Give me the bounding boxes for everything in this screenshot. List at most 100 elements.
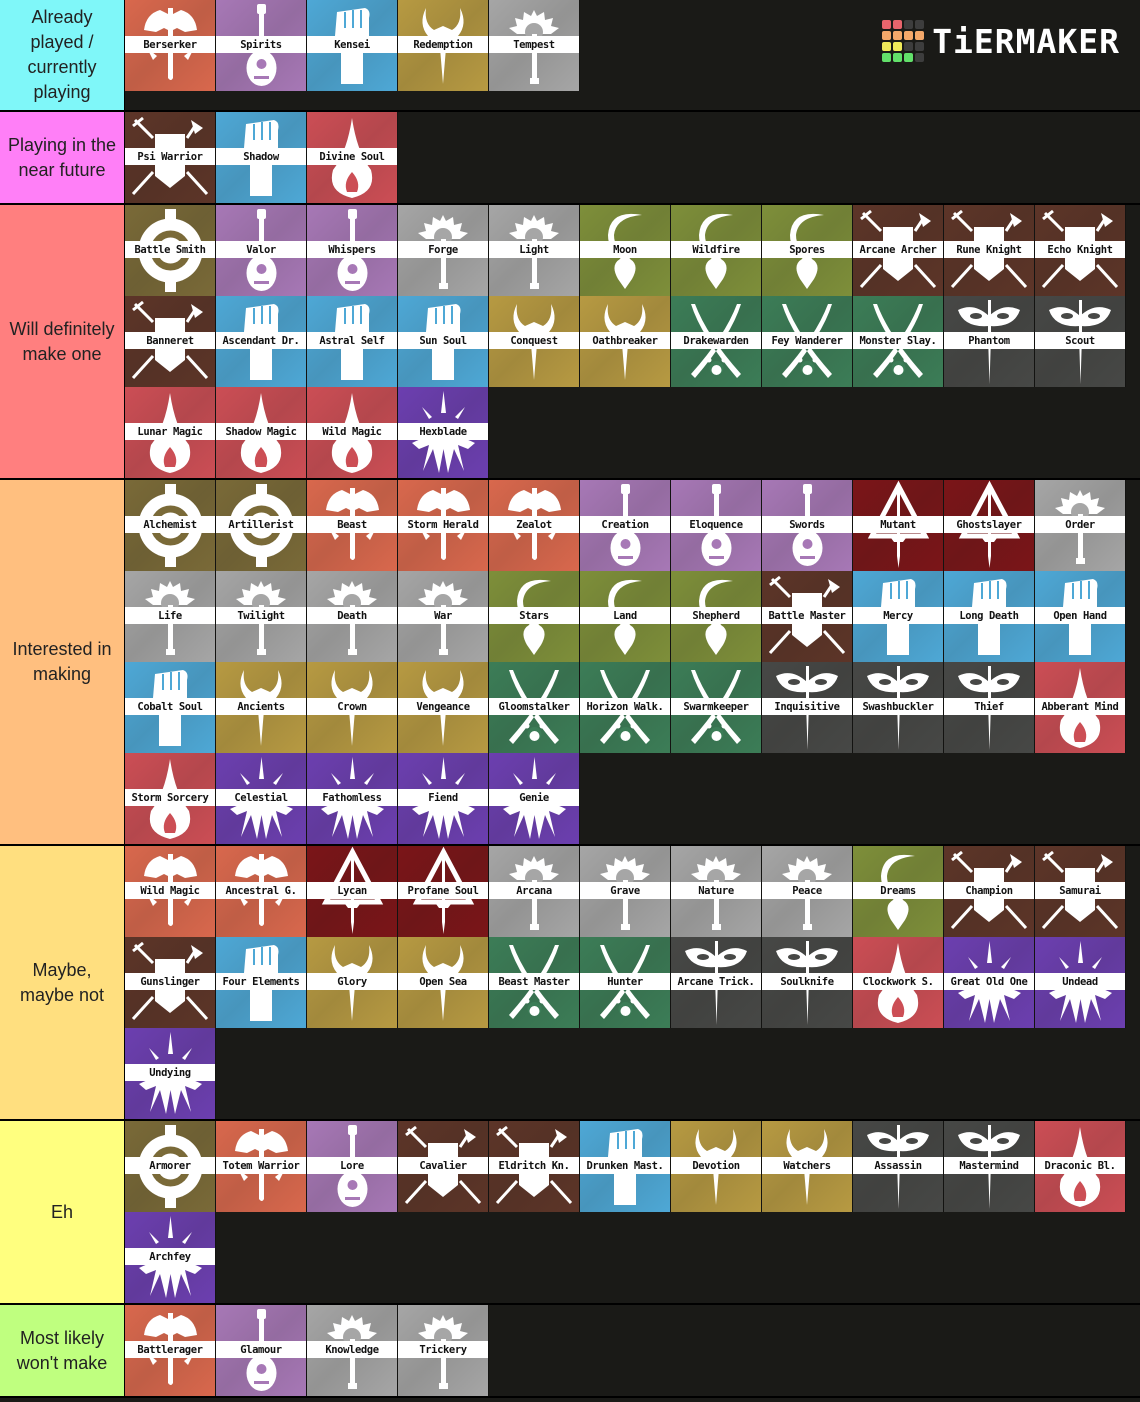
tier-item-card[interactable]: Creation xyxy=(580,480,671,571)
tier-item-card[interactable]: Wild Magic xyxy=(125,846,216,937)
tier-item-card[interactable]: Arcane Trick. xyxy=(671,937,762,1028)
tier-item-card[interactable]: Nature xyxy=(671,846,762,937)
tier-item-card[interactable]: Life xyxy=(125,571,216,662)
tier-item-card[interactable]: Wildfire xyxy=(671,205,762,296)
tier-item-card[interactable]: Conquest xyxy=(489,296,580,387)
tier-item-card[interactable]: Knowledge xyxy=(307,1305,398,1396)
tier-item-card[interactable]: Drakewarden xyxy=(671,296,762,387)
tier-item-card[interactable]: Mercy xyxy=(853,571,944,662)
tier-item-card[interactable]: Soulknife xyxy=(762,937,853,1028)
tier-item-card[interactable]: Great Old One xyxy=(944,937,1035,1028)
tier-item-card[interactable]: Four Elements xyxy=(216,937,307,1028)
tier-item-card[interactable]: Order xyxy=(1035,480,1126,571)
tier-item-card[interactable]: Wild Magic xyxy=(307,387,398,478)
tier-item-card[interactable]: Samurai xyxy=(1035,846,1126,937)
tier-item-card[interactable]: Astral Self xyxy=(307,296,398,387)
tier-item-card[interactable]: Redemption xyxy=(398,0,489,91)
tier-item-card[interactable]: War xyxy=(398,571,489,662)
tier-item-card[interactable]: Mutant xyxy=(853,480,944,571)
tier-item-card[interactable]: Berserker xyxy=(125,0,216,91)
tier-item-card[interactable]: Vengeance xyxy=(398,662,489,753)
tier-item-card[interactable]: Watchers xyxy=(762,1121,853,1212)
tier-item-card[interactable]: Forge xyxy=(398,205,489,296)
tier-item-card[interactable]: Lunar Magic xyxy=(125,387,216,478)
tier-item-card[interactable]: Death xyxy=(307,571,398,662)
tier-item-card[interactable]: Genie xyxy=(489,753,580,844)
tier-label[interactable]: Eh xyxy=(0,1121,125,1303)
tier-item-card[interactable]: Mastermind xyxy=(944,1121,1035,1212)
tier-item-card[interactable]: Celestial xyxy=(216,753,307,844)
tier-item-card[interactable]: Crown xyxy=(307,662,398,753)
tier-item-card[interactable]: Gloomstalker xyxy=(489,662,580,753)
tier-item-card[interactable]: Clockwork S. xyxy=(853,937,944,1028)
tier-item-card[interactable]: Land xyxy=(580,571,671,662)
tier-item-card[interactable]: Undead xyxy=(1035,937,1126,1028)
tier-label[interactable]: Most likely won't make xyxy=(0,1305,125,1396)
tier-item-card[interactable]: Cobalt Soul xyxy=(125,662,216,753)
tier-item-card[interactable]: Artillerist xyxy=(216,480,307,571)
tier-item-card[interactable]: Dreams xyxy=(853,846,944,937)
tier-item-card[interactable]: Draconic Bl. xyxy=(1035,1121,1126,1212)
tier-item-card[interactable]: Grave xyxy=(580,846,671,937)
tier-item-card[interactable]: Open Sea xyxy=(398,937,489,1028)
tier-item-card[interactable]: Ghostslayer xyxy=(944,480,1035,571)
tier-item-card[interactable]: Cavalier xyxy=(398,1121,489,1212)
tier-item-card[interactable]: Eloquence xyxy=(671,480,762,571)
tier-item-card[interactable]: Archfey xyxy=(125,1212,216,1303)
tier-item-card[interactable]: Zealot xyxy=(489,480,580,571)
tier-item-card[interactable]: Storm Herald xyxy=(398,480,489,571)
tier-item-card[interactable]: Abberant Mind xyxy=(1035,662,1126,753)
tier-item-card[interactable]: Lycan xyxy=(307,846,398,937)
tier-item-card[interactable]: Arcane Archer xyxy=(853,205,944,296)
tier-item-card[interactable]: Eldritch Kn. xyxy=(489,1121,580,1212)
tier-item-card[interactable]: Ancients xyxy=(216,662,307,753)
tier-item-card[interactable]: Spores xyxy=(762,205,853,296)
tier-item-card[interactable]: Glamour xyxy=(216,1305,307,1396)
tier-item-card[interactable]: Armorer xyxy=(125,1121,216,1212)
tier-item-card[interactable]: Kensei xyxy=(307,0,398,91)
tier-item-card[interactable]: Scout xyxy=(1035,296,1126,387)
tier-label[interactable]: Will definitely make one xyxy=(0,205,125,478)
tier-item-card[interactable]: Trickery xyxy=(398,1305,489,1396)
tier-item-card[interactable]: Rune Knight xyxy=(944,205,1035,296)
tier-item-card[interactable]: Shepherd xyxy=(671,571,762,662)
tier-item-card[interactable]: Fathomless xyxy=(307,753,398,844)
tier-label[interactable]: Playing in the near future xyxy=(0,112,125,203)
tier-item-card[interactable]: Whispers xyxy=(307,205,398,296)
tier-item-card[interactable]: Champion xyxy=(944,846,1035,937)
tier-item-card[interactable]: Psi Warrior xyxy=(125,112,216,203)
tier-item-card[interactable]: Profane Soul xyxy=(398,846,489,937)
tier-item-card[interactable]: Oathbreaker xyxy=(580,296,671,387)
tier-item-card[interactable]: Peace xyxy=(762,846,853,937)
tier-item-card[interactable]: Echo Knight xyxy=(1035,205,1126,296)
tier-item-card[interactable]: Shadow xyxy=(216,112,307,203)
tier-item-card[interactable]: Swarmkeeper xyxy=(671,662,762,753)
tier-item-card[interactable]: Hexblade xyxy=(398,387,489,478)
tier-item-card[interactable]: Horizon Walk. xyxy=(580,662,671,753)
tier-item-card[interactable]: Devotion xyxy=(671,1121,762,1212)
tier-label[interactable]: Already played / currently playing xyxy=(0,0,125,110)
tier-item-card[interactable]: Monster Slay. xyxy=(853,296,944,387)
tier-item-card[interactable]: Banneret xyxy=(125,296,216,387)
tier-item-card[interactable]: Swords xyxy=(762,480,853,571)
tier-item-card[interactable]: Beast xyxy=(307,480,398,571)
tier-item-card[interactable]: Hunter xyxy=(580,937,671,1028)
tier-item-card[interactable]: Thief xyxy=(944,662,1035,753)
tier-label[interactable]: Interested in making xyxy=(0,480,125,844)
tier-item-card[interactable]: Storm Sorcery xyxy=(125,753,216,844)
tier-label[interactable]: Maybe, maybe not xyxy=(0,846,125,1119)
tier-item-card[interactable]: Sun Soul xyxy=(398,296,489,387)
tier-item-card[interactable]: Totem Warrior xyxy=(216,1121,307,1212)
tier-item-card[interactable]: Battle Master xyxy=(762,571,853,662)
tier-item-card[interactable]: Swashbuckler xyxy=(853,662,944,753)
tier-item-card[interactable]: Long Death xyxy=(944,571,1035,662)
tier-item-card[interactable]: Divine Soul xyxy=(307,112,398,203)
tier-item-card[interactable]: Alchemist xyxy=(125,480,216,571)
tier-item-card[interactable]: Ancestral G. xyxy=(216,846,307,937)
tier-item-card[interactable]: Ascendant Dr. xyxy=(216,296,307,387)
tier-item-card[interactable]: Drunken Mast. xyxy=(580,1121,671,1212)
tier-item-card[interactable]: Undying xyxy=(125,1028,216,1119)
tier-item-card[interactable]: Glory xyxy=(307,937,398,1028)
tier-item-card[interactable]: Light xyxy=(489,205,580,296)
tier-item-card[interactable]: Fiend xyxy=(398,753,489,844)
